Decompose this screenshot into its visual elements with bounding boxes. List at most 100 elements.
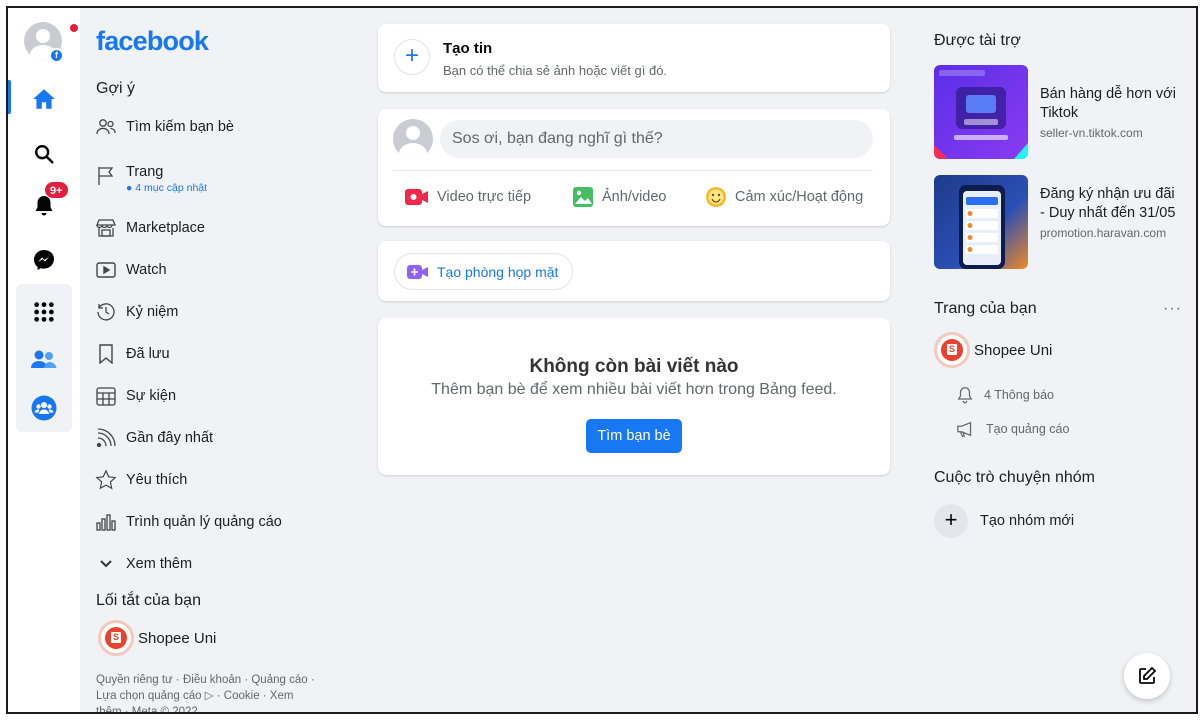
menu-grid-icon[interactable] [28,296,60,328]
sponsored-heading: Được tài trợ [934,32,1021,49]
page-shopee-uni[interactable]: S Shopee Uni [934,332,1052,368]
friends-icon [94,115,118,139]
create-group-label: Tạo nhóm mới [980,513,1075,529]
nav-label: Trang [126,164,164,180]
photo-icon [572,186,594,208]
ad-headline: Bán hàng dễ hơn với Tiktok [1040,86,1176,121]
room-card: Tạo phòng họp mặt [378,241,890,301]
home-icon[interactable] [28,83,60,115]
create-group-button[interactable]: + Tạo nhóm mới [934,504,1074,538]
watch-icon [94,258,118,282]
app-window: f 9+ facebook Gợi ý Tìm kiếm bạn bè Tran… [6,6,1198,714]
ad-url: seller-vn.tiktok.com [1040,126,1143,140]
nav-find-friends[interactable]: Tìm kiếm bạn bè [94,110,334,144]
video-plus-icon [407,264,429,280]
nav-label: Yêu thích [126,472,188,488]
nav-most-recent[interactable]: Gần đây nhất [94,421,334,455]
shopee-uni-logo: S [98,620,134,656]
sponsored-ad-tiktok[interactable]: Bán hàng dễ hơn với Tiktok seller-vn.tik… [934,65,1179,161]
nav-label: Kỷ niệm [126,304,179,320]
chart-icon [94,510,118,534]
empty-feed-subtitle: Thêm bạn bè để xem nhiều bài viết hơn tr… [431,381,837,398]
footer-line[interactable]: Lựa chọn quảng cáo ▷ · Cookie · Xem [96,688,336,704]
composer-input[interactable]: Sos ơi, bạn đang nghĩ gì thế? [440,120,873,158]
nav-see-more[interactable]: Xem thêm [94,547,334,581]
search-icon[interactable] [28,138,60,170]
composer-card: Sos ơi, bạn đang nghĩ gì thế? Video trực… [378,109,890,226]
facebook-badge-icon: f [49,48,64,63]
footer-line: thêm · Meta © 2022 [96,706,198,714]
nav-ads-manager[interactable]: Trình quản lý quảng cáo [94,505,334,539]
new-message-button[interactable] [1124,653,1170,699]
bookmark-icon [94,342,118,366]
friends-icon[interactable] [28,344,60,376]
live-video-button[interactable]: Video trực tiếp [405,179,531,215]
nav-label: Gần đây nhất [126,430,214,446]
empty-feed-title: Không còn bài viết nào [529,356,739,377]
flag-icon [94,164,118,188]
nav-label: Đã lưu [126,346,170,362]
nav-label: Marketplace [126,220,205,236]
nav-label: Xem thêm [126,556,193,572]
create-ad-link[interactable]: Tạo quảng cáo [956,420,1069,438]
bell-icon [956,386,974,404]
shortcut-label: Shopee Uni [138,629,217,647]
feed-icon [94,426,118,450]
notifications-label: 4 Thông báo [984,388,1054,402]
page-name: Shopee Uni [974,341,1053,359]
nav-memories[interactable]: Kỷ niệm [94,295,334,329]
sponsored-ad-haravan[interactable]: Đăng ký nhận ưu đãi - Duy nhất đến 31/05… [934,175,1179,271]
photo-video-button[interactable]: Ảnh/video [572,179,667,215]
shopee-uni-logo: S [934,332,970,368]
icon-rail: f 9+ [8,8,80,712]
nav-favorites[interactable]: Yêu thích [94,463,334,497]
compose-icon [1137,666,1157,686]
footer-line[interactable]: Quyền riêng tư · Điều khoản · Quảng cáo … [96,672,336,688]
nav-label: Tìm kiếm bạn bè [126,119,234,135]
nav-marketplace[interactable]: Marketplace [94,211,334,245]
smiley-icon [705,186,727,208]
live-video-icon [405,188,429,206]
left-navigation: facebook Gợi ý Tìm kiếm bạn bè Trang ● 4… [94,8,344,712]
plus-icon[interactable]: + [394,39,430,75]
nav-watch[interactable]: Watch [94,253,334,287]
active-indicator [8,80,11,114]
nav-saved[interactable]: Đã lưu [94,337,334,371]
messenger-icon[interactable] [28,244,60,276]
empty-feed-card: Không còn bài viết nào Thêm bạn bè để xe… [378,318,890,475]
facebook-logo[interactable]: facebook [96,26,209,57]
your-pages-heading: Trang của bạn [934,300,1037,317]
ad-image-haravan [934,175,1028,269]
calendar-icon [94,384,118,408]
page-notifications-link[interactable]: 4 Thông báo [956,386,1054,404]
action-label: Video trực tiếp [437,189,532,205]
shortcut-shopee-uni[interactable]: S Shopee Uni [98,620,216,656]
user-avatar[interactable] [393,119,433,159]
pages-updates-count: ● 4 mục cập nhật [126,182,208,194]
nav-events[interactable]: Sự kiện [94,379,334,413]
nav-label: Watch [126,262,167,278]
shortcuts-heading: Lối tắt của bạn [96,592,201,609]
right-sidebar: Được tài trợ Bán hàng dễ hơn với Tiktok [934,8,1182,712]
nav-label: Trình quản lý quảng cáo [126,514,282,530]
groups-icon[interactable] [28,392,60,424]
ad-url: promotion.haravan.com [1040,226,1167,240]
shop-icon [94,216,118,240]
action-label: Cảm xúc/Hoạt động [735,189,864,205]
create-ad-label: Tạo quảng cáo [986,422,1070,436]
create-room-button[interactable]: Tạo phòng họp mặt [394,253,574,290]
notifications-badge: 9+ [44,181,69,199]
suggestions-heading: Gợi ý [96,80,135,97]
feeling-activity-button[interactable]: Cảm xúc/Hoạt động [705,179,863,215]
create-story-subtitle: Bạn có thể chia sẻ ảnh hoặc viết gì đó. [443,63,668,78]
ad-headline: Đăng ký nhận ưu đãi - Duy nhất đến 31/05 [1040,186,1176,221]
more-options-icon[interactable]: ··· [1163,300,1182,318]
star-icon [94,468,118,492]
footer-links[interactable]: Quyền riêng tư · Điều khoản · Quảng cáo … [96,672,336,714]
create-story-card[interactable]: + Tạo tin Bạn có thể chia sẻ ảnh hoặc vi… [378,24,890,92]
ad-text: Đăng ký nhận ưu đãi - Duy nhất đến 31/05… [1040,175,1180,240]
nav-pages[interactable]: Trang ● 4 mục cập nhật [94,158,334,200]
ad-text: Bán hàng dễ hơn với Tiktok seller-vn.tik… [1040,65,1180,140]
find-friends-button[interactable]: Tìm bạn bè [586,419,682,453]
group-chats-heading: Cuộc trò chuyện nhóm [934,469,1095,486]
